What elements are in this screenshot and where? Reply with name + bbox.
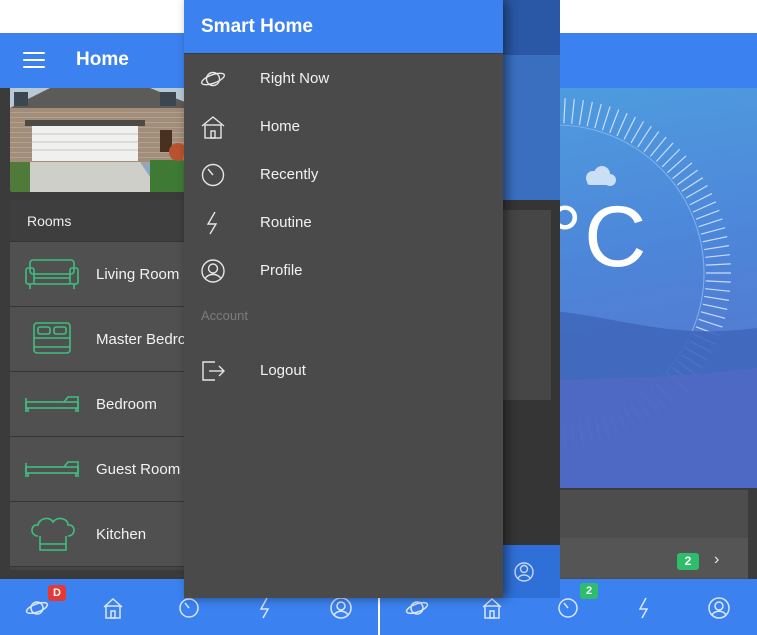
drawer-item-routine[interactable]: Routine — [184, 199, 503, 247]
scrim-overlay[interactable] — [503, 0, 560, 598]
drawer-section-account: Account — [201, 308, 248, 323]
room-item-kitchen[interactable]: Kitchen — [10, 502, 210, 567]
house-photo — [10, 88, 200, 192]
bed-icon — [24, 386, 82, 422]
notification-badge: D — [48, 585, 66, 601]
rooms-section: Rooms Living Room Master Bedroom Bedroom… — [10, 200, 210, 570]
drawer-item-label: Home — [260, 118, 301, 135]
timer-icon[interactable] — [177, 597, 201, 619]
dial-tick — [623, 116, 636, 140]
rooms-header: Rooms — [10, 200, 210, 242]
room-item-master-bedroom[interactable]: Master Bedroom — [10, 307, 210, 372]
dial-tick — [702, 236, 728, 243]
room-label: Living Room — [96, 266, 180, 283]
room-item-guest-room[interactable]: Guest Room — [10, 437, 210, 502]
room-label: Bedroom — [96, 396, 157, 413]
drawer-item-label: Logout — [260, 362, 306, 379]
hamburger-menu-icon[interactable] — [23, 52, 45, 68]
bolt-icon[interactable] — [632, 597, 656, 619]
logout-icon — [200, 359, 226, 383]
count-badge: 2 — [677, 553, 699, 570]
drawer-item-right-now[interactable]: Right Now — [184, 55, 503, 103]
dial-tick — [705, 263, 731, 266]
drawer-item-home[interactable]: Home — [184, 103, 503, 151]
dial-tick — [594, 103, 602, 129]
bolt-icon — [200, 211, 226, 235]
dial-tick — [702, 303, 728, 310]
timer-icon — [200, 163, 226, 187]
bolt-icon[interactable] — [253, 597, 277, 619]
chef-hat-icon — [24, 516, 82, 552]
dial-tick — [692, 201, 717, 213]
dial-tick — [704, 245, 729, 251]
bed-icon — [24, 321, 82, 357]
drawer-item-label: Recently — [260, 166, 319, 183]
dial-tick — [698, 218, 723, 228]
room-label: Guest Room — [96, 461, 181, 478]
dial-tick — [630, 121, 645, 144]
dial-tick — [705, 254, 731, 258]
dial-tick — [586, 101, 593, 127]
dial-tick — [704, 295, 729, 301]
drawer-item-label: Routine — [260, 214, 312, 231]
bed-icon — [24, 451, 82, 487]
drawer-item-logout[interactable]: Logout — [184, 347, 503, 395]
dial-tick — [571, 98, 575, 124]
timer-icon[interactable] — [556, 597, 580, 619]
dial-tick — [616, 112, 628, 137]
dial-tick — [700, 227, 726, 235]
home-icon[interactable] — [101, 597, 125, 619]
dial-tick — [705, 288, 731, 292]
room-item-living-room[interactable]: Living Room — [10, 242, 210, 307]
drawer-item-recently[interactable]: Recently — [184, 151, 503, 199]
planet-icon[interactable] — [405, 597, 429, 619]
drawer-item-profile[interactable]: Profile — [184, 247, 503, 295]
sofa-icon — [24, 256, 82, 292]
dial-tick — [685, 184, 708, 199]
dial-tick — [705, 280, 731, 283]
planet-icon[interactable] — [25, 597, 49, 619]
dial-tick — [698, 318, 723, 328]
drawer-title: Smart Home — [184, 0, 503, 53]
chevron-right-icon[interactable]: › — [714, 551, 719, 569]
navigation-drawer: Smart Home Right Now Home Recently Routi… — [184, 0, 503, 598]
home-icon — [200, 115, 226, 139]
dial-tick — [609, 109, 620, 134]
dial-tick — [563, 98, 566, 124]
dial-tick — [695, 209, 720, 220]
dial-tick — [601, 106, 611, 131]
dial-tick — [700, 311, 726, 319]
page-title: Home — [76, 49, 129, 70]
drawer-item-label: Right Now — [260, 70, 330, 87]
planet-icon — [200, 67, 226, 91]
room-item-bedroom[interactable]: Bedroom — [10, 372, 210, 437]
drawer-item-label: Profile — [260, 262, 303, 279]
notification-badge: 2 — [580, 583, 598, 599]
dial-tick — [578, 100, 584, 125]
profile-icon[interactable] — [707, 597, 731, 619]
home-icon[interactable] — [480, 597, 504, 619]
profile-icon — [200, 259, 226, 283]
profile-icon[interactable] — [329, 597, 353, 619]
room-label: Kitchen — [96, 526, 147, 543]
dial-tick — [689, 193, 713, 206]
